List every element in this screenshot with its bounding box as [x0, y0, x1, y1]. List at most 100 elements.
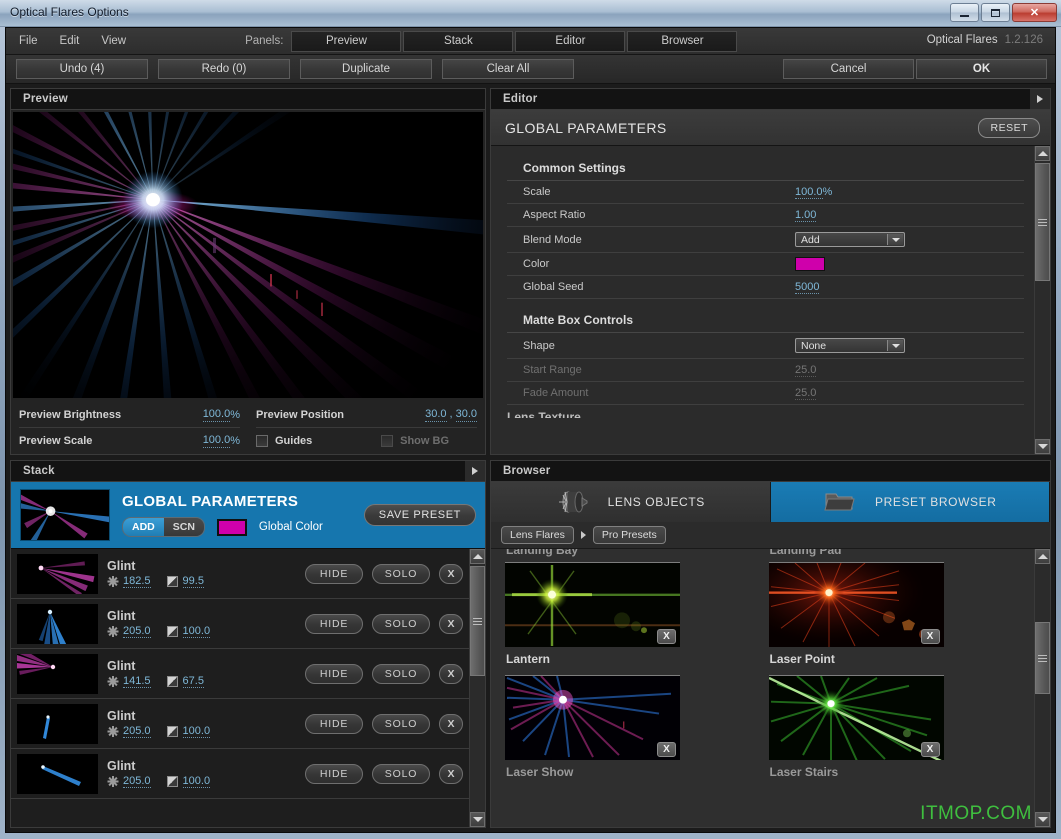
blend-scn-option[interactable]: SCN — [163, 518, 204, 536]
preview-scale-value[interactable]: 100.0 — [202, 434, 231, 448]
editor-row-scale[interactable]: Scale 100.0 % — [507, 181, 1024, 204]
stack-item-opacity-value[interactable]: 100.0 — [182, 625, 211, 638]
preset-remove-button[interactable]: X — [657, 629, 676, 644]
preset-thumbnail[interactable]: X — [505, 675, 680, 760]
preview-brightness-value[interactable]: 100.0 — [202, 408, 231, 422]
editor-scrollbar[interactable] — [1034, 146, 1050, 454]
stack-item-opacity[interactable]: 100.0 — [166, 725, 211, 738]
stack-row[interactable]: Glint 182.5 99.5 HIDE SOLO X — [11, 549, 469, 599]
close-button[interactable]: ✕ — [1012, 3, 1057, 22]
stack-item-opacity-value[interactable]: 99.5 — [182, 575, 204, 588]
stack-item-remove-button[interactable]: X — [439, 713, 463, 734]
editor-row-value[interactable]: 100.0 — [795, 186, 823, 199]
stack-row[interactable]: Glint 205.0 100.0 HIDE SOLO X — [11, 699, 469, 749]
duplicate-button[interactable]: Duplicate — [300, 59, 432, 79]
editor-scroll-thumb[interactable] — [1035, 163, 1050, 281]
editor-row-shape[interactable]: Shape None — [507, 333, 1024, 359]
browser-scroll-up-button[interactable] — [1035, 549, 1050, 564]
preset-thumbnail[interactable]: X — [768, 562, 944, 647]
stack-item-opacity[interactable]: 99.5 — [166, 575, 204, 588]
stack-item-hide-button[interactable]: HIDE — [305, 563, 363, 584]
blend-mode-select[interactable]: Add — [795, 232, 905, 247]
stack-item-opacity[interactable]: 100.0 — [166, 775, 211, 788]
blend-add-option[interactable]: ADD — [123, 518, 164, 536]
editor-row-value[interactable]: 5000 — [795, 281, 820, 294]
editor-scroll-down-button[interactable] — [1035, 439, 1050, 454]
browser-scroll-thumb[interactable] — [1035, 622, 1050, 694]
preset-thumbnail[interactable]: X — [505, 562, 680, 647]
color-swatch[interactable] — [795, 257, 825, 271]
stack-scroll-down-button[interactable] — [470, 812, 485, 827]
browser-scroll-down-button[interactable] — [1035, 812, 1050, 827]
panel-tab-stack[interactable]: Stack — [403, 30, 514, 52]
shape-select[interactable]: None — [795, 338, 905, 353]
stack-item-opacity-value[interactable]: 100.0 — [182, 775, 211, 788]
show-bg-checkbox[interactable] — [381, 435, 394, 447]
stack-item-brightness-value[interactable]: 205.0 — [123, 725, 151, 738]
stack-scroll-thumb[interactable] — [470, 566, 485, 676]
stack-item-brightness[interactable]: 182.5 — [107, 575, 151, 588]
stack-item-brightness-value[interactable]: 141.5 — [123, 675, 151, 688]
stack-item-hide-button[interactable]: HIDE — [305, 713, 363, 734]
breadcrumb-lens-flares[interactable]: Lens Flares — [501, 526, 574, 544]
stack-item-solo-button[interactable]: SOLO — [372, 663, 430, 684]
stack-item-brightness[interactable]: 205.0 — [107, 725, 151, 738]
stack-item-remove-button[interactable]: X — [439, 613, 463, 634]
editor-row-aspect-ratio[interactable]: Aspect Ratio 1.00 — [507, 204, 1024, 227]
cancel-button[interactable]: Cancel — [783, 59, 914, 79]
reset-button[interactable]: RESET — [978, 117, 1040, 138]
preset-remove-button[interactable]: X — [920, 742, 940, 757]
editor-row-value[interactable]: 1.00 — [795, 209, 817, 222]
undo-button[interactable]: Undo (4) — [16, 59, 148, 79]
blend-mode-toggle[interactable]: ADD SCN — [122, 517, 205, 537]
stack-item-solo-button[interactable]: SOLO — [372, 613, 430, 634]
browser-scrollbar[interactable] — [1034, 549, 1050, 827]
stack-item-hide-button[interactable]: HIDE — [305, 613, 363, 634]
preset-item[interactable]: X Lantern — [505, 560, 757, 673]
browser-scroll-track[interactable] — [1035, 564, 1050, 812]
stack-scrollbar[interactable] — [469, 549, 485, 827]
stack-global-row[interactable]: GLOBAL PARAMETERS ADD SCN Global Color S… — [11, 482, 485, 549]
stack-item-hide-button[interactable]: HIDE — [305, 663, 363, 684]
guides-checkbox[interactable] — [256, 435, 268, 447]
editor-collapse-button[interactable] — [1030, 89, 1050, 109]
stack-item-remove-button[interactable]: X — [439, 763, 463, 784]
stack-item-solo-button[interactable]: SOLO — [372, 713, 430, 734]
panel-tab-editor[interactable]: Editor — [515, 30, 626, 52]
preset-remove-button[interactable]: X — [657, 742, 676, 757]
preset-item[interactable]: X Laser Point — [768, 560, 1021, 673]
stack-scroll-up-button[interactable] — [470, 549, 485, 564]
stack-item-solo-button[interactable]: SOLO — [372, 763, 430, 784]
breadcrumb-pro-presets[interactable]: Pro Presets — [592, 526, 666, 544]
editor-row-blend-mode[interactable]: Blend Mode Add — [507, 227, 1024, 253]
stack-item-opacity[interactable]: 67.5 — [166, 675, 204, 688]
stack-row[interactable]: Glint 141.5 67.5 HIDE SOLO X — [11, 649, 469, 699]
maximize-button[interactable] — [981, 3, 1010, 22]
stack-item-brightness-value[interactable]: 205.0 — [123, 775, 151, 788]
menu-file[interactable]: File — [10, 32, 47, 50]
stack-item-brightness[interactable]: 205.0 — [107, 775, 151, 788]
preview-position-y[interactable]: 30.0 — [455, 408, 477, 422]
stack-item-brightness[interactable]: 141.5 — [107, 675, 151, 688]
save-preset-button[interactable]: SAVE PRESET — [363, 504, 476, 526]
minimize-button[interactable] — [950, 3, 979, 22]
menu-view[interactable]: View — [92, 32, 135, 50]
redo-button[interactable]: Redo (0) — [158, 59, 290, 79]
editor-row-global-seed[interactable]: Global Seed 5000 — [507, 276, 1024, 299]
stack-row[interactable]: Glint 205.0 100.0 HIDE SOLO X — [11, 599, 469, 649]
stack-item-opacity[interactable]: 100.0 — [166, 625, 211, 638]
stack-scroll-track[interactable] — [470, 564, 485, 812]
editor-scroll-track[interactable] — [1035, 161, 1050, 439]
preview-position-x[interactable]: 30.0 — [425, 408, 447, 422]
stack-item-remove-button[interactable]: X — [439, 563, 463, 584]
preset-item[interactable]: X Laser Show — [505, 673, 757, 786]
panel-tab-browser[interactable]: Browser — [627, 30, 738, 52]
editor-scroll-up-button[interactable] — [1035, 146, 1050, 161]
chevron-down-icon[interactable] — [887, 234, 903, 245]
menu-edit[interactable]: Edit — [51, 32, 89, 50]
preview-canvas[interactable] — [13, 112, 483, 398]
stack-item-brightness-value[interactable]: 205.0 — [123, 625, 151, 638]
ok-button[interactable]: OK — [916, 59, 1047, 79]
editor-row-color[interactable]: Color — [507, 253, 1024, 276]
preset-item[interactable]: X Laser Stairs — [768, 673, 1021, 786]
